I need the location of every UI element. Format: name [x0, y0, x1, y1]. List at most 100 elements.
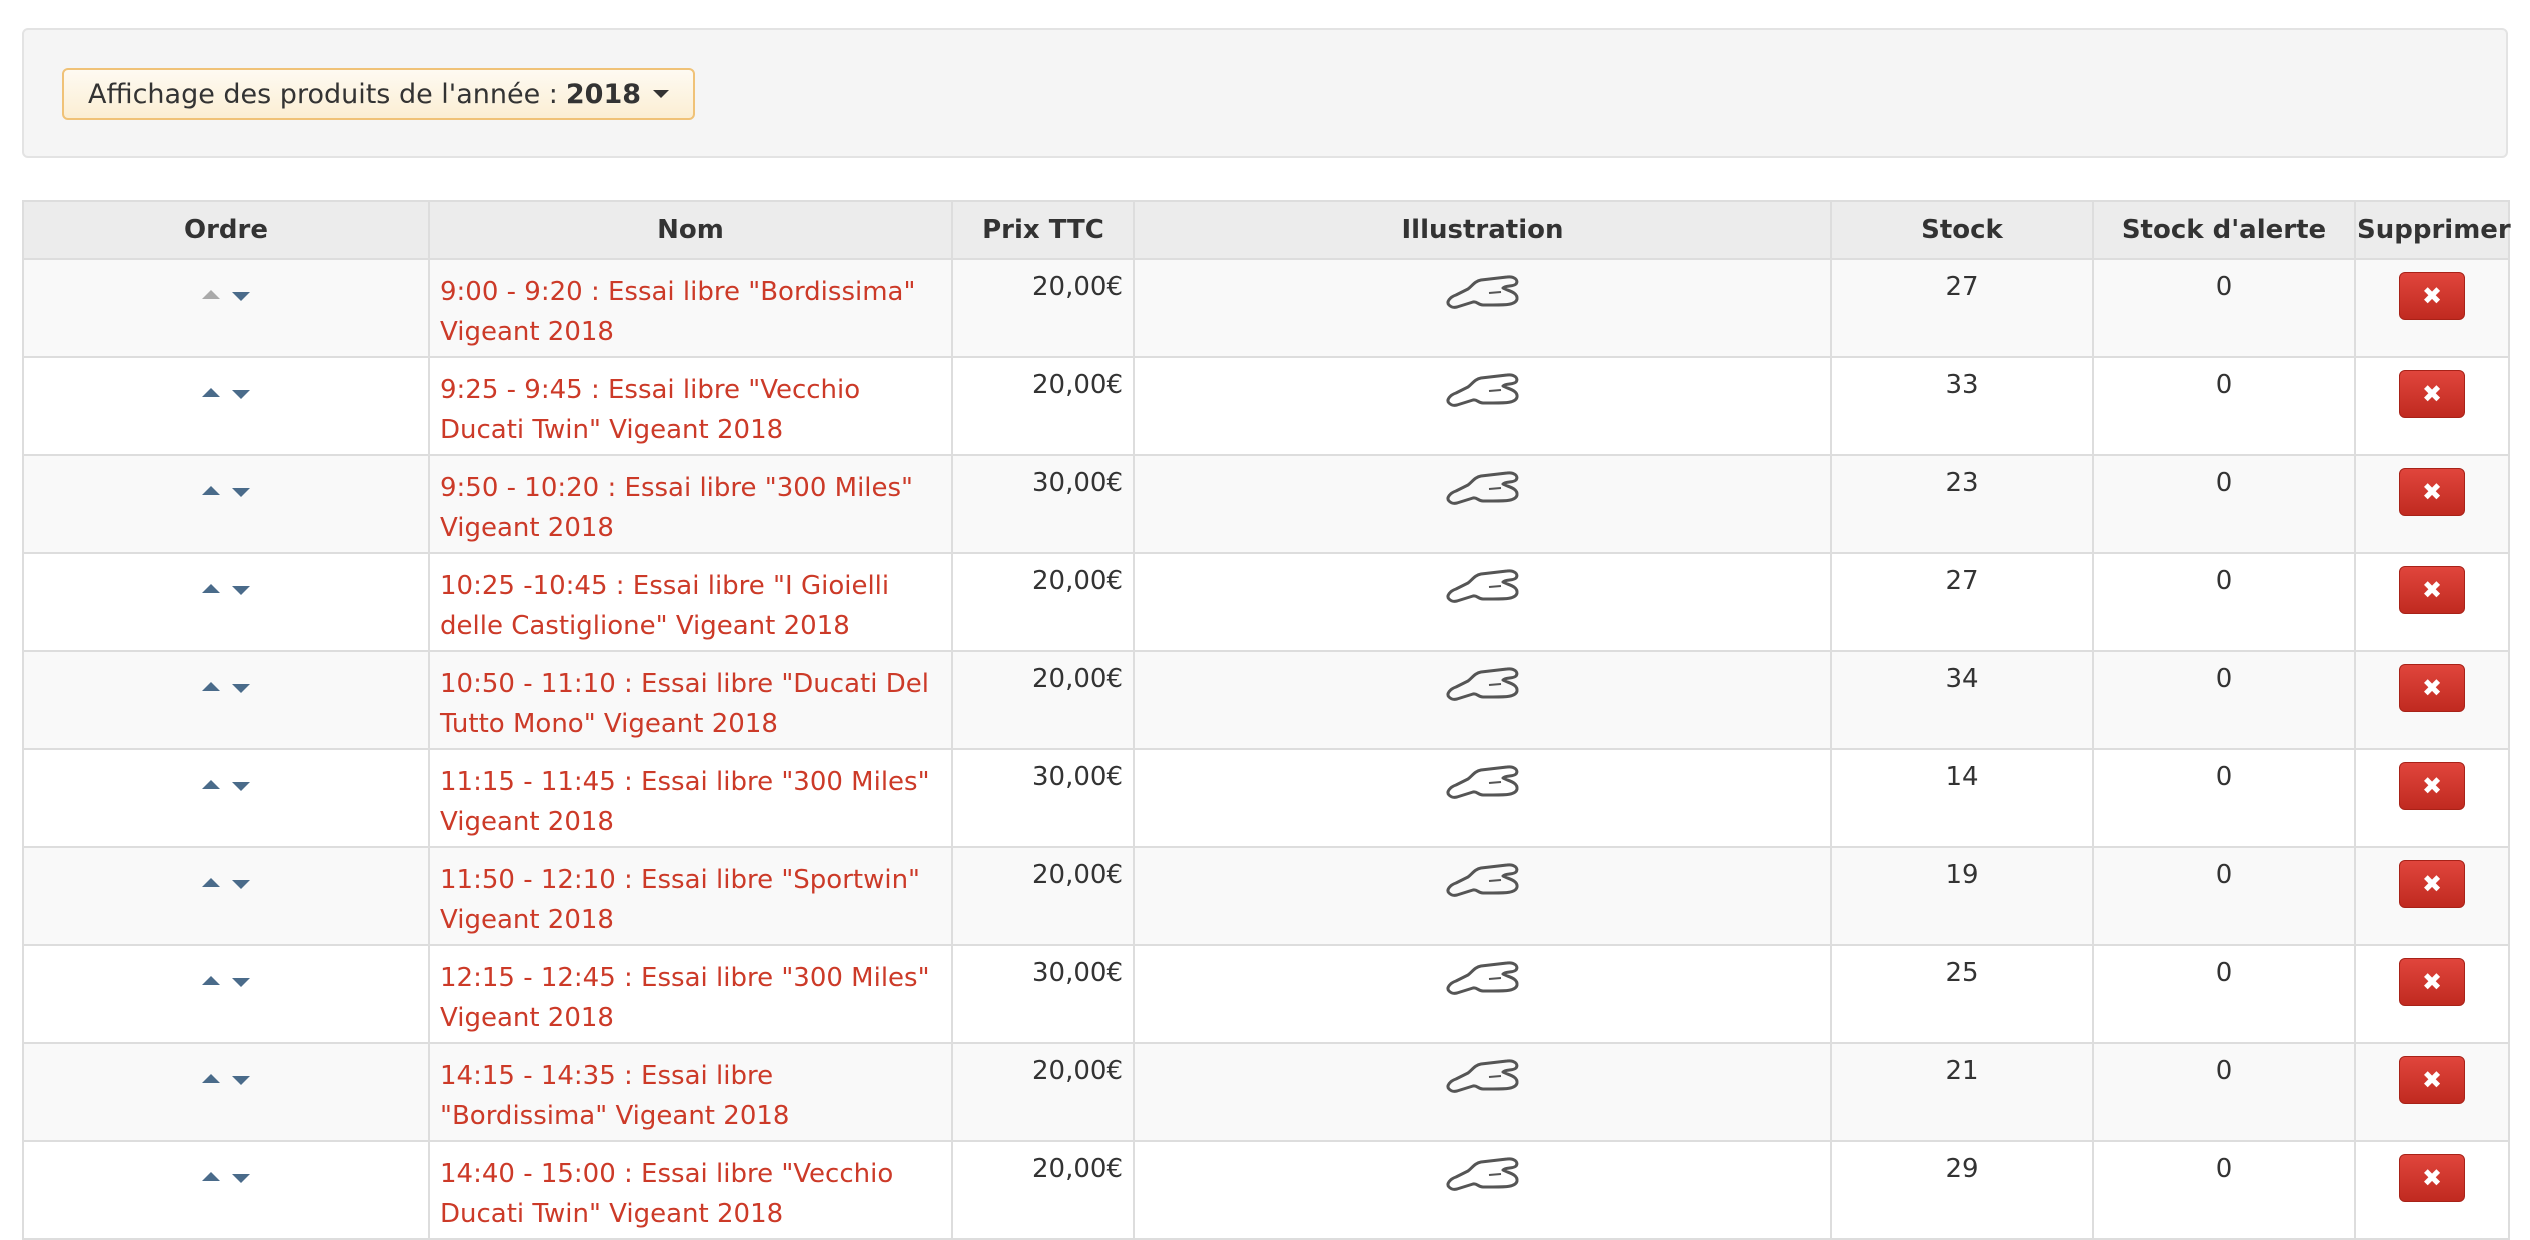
- delete-button[interactable]: ✖: [2399, 860, 2465, 908]
- stock-alert-cell: 0: [2092, 1140, 2356, 1240]
- year-value: 2018: [565, 78, 642, 110]
- year-filter-panel: Affichage des produits de l'année : 2018: [22, 28, 2508, 158]
- delete-cell: ✖: [2354, 944, 2510, 1044]
- table-row: 9:50 - 10:20 : Essai libre "300 Miles" V…: [22, 454, 2510, 554]
- arrow-up-icon[interactable]: [202, 878, 220, 887]
- race-track-icon: [1446, 1157, 1519, 1191]
- illustration-cell: [1133, 552, 1832, 652]
- product-link[interactable]: 9:00 - 9:20 : Essai libre "Bordissima" V…: [440, 272, 941, 352]
- product-link[interactable]: 11:15 - 11:45 : Essai libre "300 Miles" …: [440, 762, 941, 842]
- product-link[interactable]: 9:50 - 10:20 : Essai libre "300 Miles" V…: [440, 468, 941, 548]
- order-controls: [202, 388, 250, 399]
- illustration-cell: [1133, 748, 1832, 848]
- order-cell: [22, 846, 430, 946]
- stock-alert-cell: 0: [2092, 454, 2356, 554]
- order-controls: [202, 682, 250, 693]
- close-icon: ✖: [2421, 674, 2443, 702]
- name-cell: 9:00 - 9:20 : Essai libre "Bordissima" V…: [428, 258, 953, 358]
- arrow-down-icon[interactable]: [232, 684, 250, 693]
- arrow-down-icon[interactable]: [232, 292, 250, 301]
- order-cell: [22, 1042, 430, 1142]
- stock-cell: 19: [1830, 846, 2094, 946]
- order-controls: [202, 780, 250, 791]
- race-track-icon: [1446, 275, 1519, 309]
- arrow-down-icon[interactable]: [232, 586, 250, 595]
- delete-button[interactable]: ✖: [2399, 1056, 2465, 1104]
- order-cell: [22, 356, 430, 456]
- delete-cell: ✖: [2354, 258, 2510, 358]
- order-cell: [22, 258, 430, 358]
- delete-cell: ✖: [2354, 356, 2510, 456]
- caret-down-icon: [653, 90, 670, 98]
- stock-cell: 23: [1830, 454, 2094, 554]
- header-illustration: Illustration: [1133, 200, 1832, 260]
- stock-cell: 27: [1830, 258, 2094, 358]
- price-cell: 30,00€: [951, 454, 1135, 554]
- product-link[interactable]: 10:25 -10:45 : Essai libre "I Gioielli d…: [440, 566, 941, 646]
- order-controls: [202, 976, 250, 987]
- stock-cell: 33: [1830, 356, 2094, 456]
- illustration-cell: [1133, 1042, 1832, 1142]
- order-controls: [202, 878, 250, 889]
- table-body: 9:00 - 9:20 : Essai libre "Bordissima" V…: [22, 258, 2510, 1240]
- arrow-down-icon[interactable]: [232, 880, 250, 889]
- delete-button[interactable]: ✖: [2399, 272, 2465, 320]
- arrow-up-icon[interactable]: [202, 486, 220, 495]
- delete-button[interactable]: ✖: [2399, 958, 2465, 1006]
- price-cell: 20,00€: [951, 1140, 1135, 1240]
- delete-button[interactable]: ✖: [2399, 468, 2465, 516]
- arrow-up-icon[interactable]: [202, 682, 220, 691]
- header-prix: Prix TTC: [951, 200, 1135, 260]
- delete-button[interactable]: ✖: [2399, 1154, 2465, 1202]
- stock-alert-cell: 0: [2092, 846, 2356, 946]
- delete-button[interactable]: ✖: [2399, 566, 2465, 614]
- race-track-icon: [1446, 765, 1519, 799]
- order-controls: [202, 486, 250, 497]
- name-cell: 10:25 -10:45 : Essai libre "I Gioielli d…: [428, 552, 953, 652]
- arrow-down-icon[interactable]: [232, 390, 250, 399]
- header-ordre: Ordre: [22, 200, 430, 260]
- arrow-down-icon[interactable]: [232, 782, 250, 791]
- close-icon: ✖: [2421, 282, 2443, 310]
- delete-button[interactable]: ✖: [2399, 664, 2465, 712]
- race-track-icon: [1446, 961, 1519, 995]
- arrow-up-icon[interactable]: [202, 780, 220, 789]
- delete-button[interactable]: ✖: [2399, 370, 2465, 418]
- stock-alert-cell: 0: [2092, 944, 2356, 1044]
- name-cell: 11:50 - 12:10 : Essai libre "Sportwin" V…: [428, 846, 953, 946]
- table-row: 10:25 -10:45 : Essai libre "I Gioielli d…: [22, 552, 2510, 652]
- product-link[interactable]: 12:15 - 12:45 : Essai libre "300 Miles" …: [440, 958, 941, 1038]
- name-cell: 10:50 - 11:10 : Essai libre "Ducati Del …: [428, 650, 953, 750]
- name-cell: 11:15 - 11:45 : Essai libre "300 Miles" …: [428, 748, 953, 848]
- illustration-cell: [1133, 846, 1832, 946]
- price-cell: 30,00€: [951, 748, 1135, 848]
- arrow-down-icon[interactable]: [232, 1174, 250, 1183]
- race-track-icon: [1446, 471, 1519, 505]
- delete-button[interactable]: ✖: [2399, 762, 2465, 810]
- table-row: 11:15 - 11:45 : Essai libre "300 Miles" …: [22, 748, 2510, 848]
- product-link[interactable]: 14:15 - 14:35 : Essai libre "Bordissima"…: [440, 1056, 941, 1136]
- arrow-down-icon[interactable]: [232, 1076, 250, 1085]
- table-row: 14:40 - 15:00 : Essai libre "Vecchio Duc…: [22, 1140, 2510, 1240]
- arrow-down-icon[interactable]: [232, 488, 250, 497]
- close-icon: ✖: [2421, 1164, 2443, 1192]
- table-row: 9:00 - 9:20 : Essai libre "Bordissima" V…: [22, 258, 2510, 358]
- stock-cell: 34: [1830, 650, 2094, 750]
- arrow-up-icon[interactable]: [202, 976, 220, 985]
- product-link[interactable]: 10:50 - 11:10 : Essai libre "Ducati Del …: [440, 664, 941, 744]
- price-cell: 20,00€: [951, 1042, 1135, 1142]
- order-controls: [202, 584, 250, 595]
- arrow-down-icon[interactable]: [232, 978, 250, 987]
- illustration-cell: [1133, 356, 1832, 456]
- product-link[interactable]: 14:40 - 15:00 : Essai libre "Vecchio Duc…: [440, 1154, 941, 1234]
- delete-cell: ✖: [2354, 748, 2510, 848]
- arrow-up-icon[interactable]: [202, 1172, 220, 1181]
- product-link[interactable]: 9:25 - 9:45 : Essai libre "Vecchio Ducat…: [440, 370, 941, 450]
- product-link[interactable]: 11:50 - 12:10 : Essai libre "Sportwin" V…: [440, 860, 941, 940]
- price-cell: 20,00€: [951, 258, 1135, 358]
- arrow-up-icon[interactable]: [202, 388, 220, 397]
- order-cell: [22, 650, 430, 750]
- year-dropdown-button[interactable]: Affichage des produits de l'année : 2018: [62, 68, 696, 120]
- arrow-up-icon[interactable]: [202, 584, 220, 593]
- arrow-up-icon[interactable]: [202, 1074, 220, 1083]
